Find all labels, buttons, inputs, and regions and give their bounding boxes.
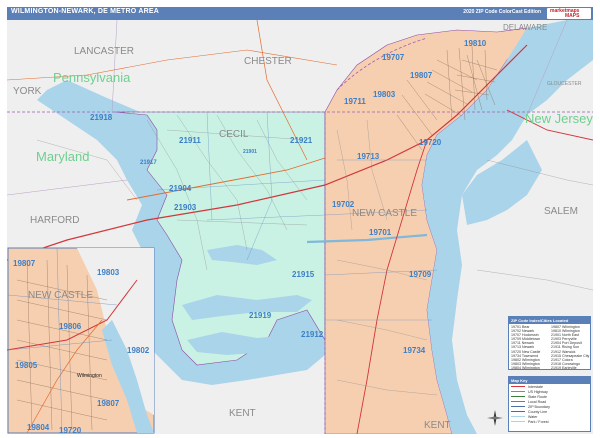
zip-label: 19720	[419, 138, 442, 147]
map-key-row: Park / Forest	[509, 419, 590, 424]
map-frame: WILMINGTON-NEWARK, DE METRO AREA 2020 ZI…	[0, 0, 600, 438]
zip-label: 19711	[344, 97, 366, 106]
map-key-label: Water	[528, 414, 538, 419]
zip-label: 21918	[90, 113, 113, 122]
map-key-label: Park / Forest	[528, 419, 549, 424]
map-key-rows: Interstate US Highway State Route Local Roa…	[509, 384, 590, 424]
map-key-swatch	[511, 420, 525, 423]
map-key-label: State Route	[528, 394, 547, 399]
inset-zip-label: 19805	[15, 361, 38, 370]
map-header: WILMINGTON-NEWARK, DE METRO AREA 2020 ZI…	[7, 7, 593, 20]
county-label-cecil: CECIL	[219, 129, 249, 140]
zip-label: 19709	[409, 270, 432, 279]
county-label-lancaster: LANCASTER	[74, 46, 134, 57]
county-label-kent-md: KENT	[229, 408, 256, 419]
map-key-swatch	[511, 415, 525, 418]
inset-zip-label: 19720	[59, 426, 82, 434]
map-key-swatch	[511, 405, 525, 408]
inset-city-label: Wilmington	[77, 373, 102, 379]
county-label-chester: CHESTER	[244, 56, 292, 67]
map-key-swatch	[511, 400, 525, 403]
county-label-salem: SALEM	[544, 206, 578, 217]
map-key-label: ZIP Boundary	[528, 404, 550, 409]
zip-label: 19807	[410, 71, 433, 80]
map-key-swatch	[511, 385, 525, 388]
county-label-harford: HARFORD	[30, 215, 79, 226]
inset-county-label: NEW CASTLE	[28, 290, 93, 301]
map-key-swatch	[511, 395, 525, 398]
zip-index-rows: 19701 Bear 19702 Newark 19707 Hockessin 197…	[509, 324, 590, 369]
map-key-label: Local Road	[528, 399, 547, 404]
publisher-logo: marketmaps MAPS	[547, 8, 591, 19]
logo-text-2: MAPS	[565, 13, 580, 19]
zip-label: 21903	[174, 203, 197, 212]
zip-label: 19810	[464, 39, 487, 48]
inset-zip-label: 19807	[97, 399, 120, 408]
zip-label: 19734	[403, 346, 426, 355]
inset-zip-label: 19807	[13, 259, 36, 268]
zip-label: 21901	[243, 149, 257, 155]
map-key-swatch	[511, 390, 525, 393]
inset-zip-label: 19802	[127, 346, 150, 355]
map-key-label: US Highway	[528, 389, 548, 394]
zip-label: 21915	[292, 270, 315, 279]
zip-label: 19701	[369, 228, 392, 237]
county-label-kent-de: KENT	[424, 420, 451, 431]
zip-index-table: ZIP Code Index/Cities Located 19701 Bear…	[508, 316, 591, 370]
state-label-new-jersey: New Jersey	[525, 111, 593, 126]
zip-label: 21912	[301, 330, 324, 339]
zip-label: 19803	[373, 90, 396, 99]
map-key-swatch	[511, 410, 525, 413]
inset-zip-label: 19803	[97, 268, 120, 277]
state-label-pennsylvania: Pennsylvania	[53, 70, 131, 85]
zip-label: 19702	[332, 200, 355, 209]
map-canvas[interactable]: LANCASTER CHESTER YORK HARFORD CECIL NEW…	[7, 20, 593, 434]
map-key: Map Key Interstate US Highway State Route L…	[508, 376, 591, 432]
map-key-title: Map Key	[509, 377, 590, 384]
zip-label: 21919	[249, 311, 272, 320]
zip-label: 21911	[179, 136, 201, 145]
map-key-label: County Line	[528, 409, 548, 414]
zip-label: 21904	[169, 184, 192, 193]
inset-zip-label: 19804	[27, 423, 50, 432]
map-key-label: Interstate	[528, 384, 543, 389]
zip-label: 21917	[140, 160, 157, 166]
zip-index-title: ZIP Code Index/Cities Located	[509, 317, 590, 324]
zip-label: 19713	[357, 152, 380, 161]
county-label-new-castle: NEW CASTLE	[352, 208, 417, 219]
zip-label: 19707	[382, 53, 405, 62]
map-edition: 2020 ZIP Code ColorCast Edition	[463, 9, 541, 15]
county-label-york: YORK	[13, 86, 42, 97]
inset-zip-label: 19806	[59, 322, 82, 331]
inset-map[interactable]	[7, 247, 155, 434]
county-label-delaware: DELAWARE	[503, 23, 547, 32]
map-title: WILMINGTON-NEWARK, DE METRO AREA	[11, 8, 159, 15]
state-label-maryland: Maryland	[36, 149, 89, 164]
zip-label: 21921	[290, 136, 313, 145]
county-label-gloucester: GLOUCESTER	[547, 81, 582, 87]
compass-rose-icon	[487, 410, 503, 426]
